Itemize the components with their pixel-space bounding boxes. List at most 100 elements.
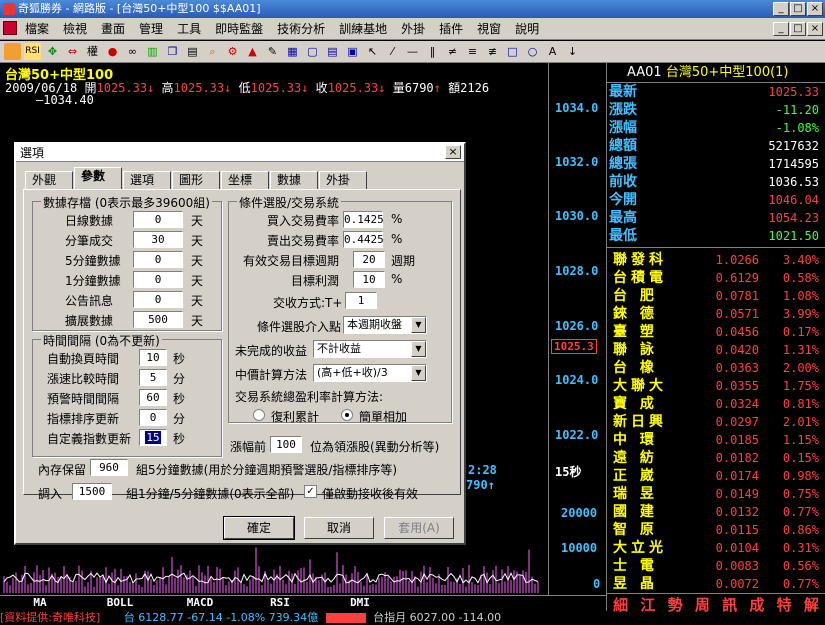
weight-button[interactable]: 權 <box>84 43 101 60</box>
storage-row-input[interactable]: 500 <box>133 311 183 328</box>
menu-training[interactable]: 訓練基地 <box>332 18 394 40</box>
menu-manage[interactable]: 管理 <box>132 18 170 40</box>
load-input[interactable]: 1500 <box>72 483 112 500</box>
storage-row-input[interactable]: 0 <box>133 251 183 268</box>
list-item[interactable]: 智 原 0.0115 0.86% <box>607 521 825 539</box>
tab-coordinates[interactable]: 坐標 <box>221 171 269 189</box>
interval-row-input[interactable]: 5 <box>139 369 167 386</box>
list-item[interactable]: 正 崴 0.0174 0.98% <box>607 467 825 485</box>
document-icon[interactable] <box>3 21 17 35</box>
storage-row-input[interactable]: 0 <box>133 291 183 308</box>
bars-icon[interactable]: ‖ <box>424 43 441 60</box>
interval-row-input[interactable]: 10 <box>139 349 167 366</box>
gear-icon[interactable]: ⚙ <box>224 43 241 60</box>
storage-row-input[interactable]: 0 <box>133 211 183 228</box>
tab-boll[interactable]: BOLL <box>80 596 160 611</box>
channel-icon[interactable]: ≡ <box>464 43 481 60</box>
mdi-close-button[interactable]: × <box>807 22 823 36</box>
menu-plugin[interactable]: 插件 <box>432 18 470 40</box>
startup-checkbox[interactable]: ✓ <box>304 485 317 498</box>
list-item[interactable]: 瑞 昱 0.0149 0.75% <box>607 485 825 503</box>
list-item[interactable]: 台 橡 0.0363 2.00% <box>607 359 825 377</box>
dialog-close-button[interactable]: × <box>445 145 461 159</box>
quote-tab[interactable]: 特 <box>777 594 792 614</box>
quote-tab[interactable]: 勢 <box>668 594 683 614</box>
list-item[interactable]: 聯發科 1.0266 3.40% <box>607 251 825 269</box>
cancel-button[interactable]: 取消 <box>304 517 374 539</box>
menu-help[interactable]: 說明 <box>508 18 546 40</box>
copy-icon[interactable]: ❐ <box>164 43 181 60</box>
glasses-icon[interactable]: ∞ <box>124 43 141 60</box>
list-item[interactable]: 士 電 0.0083 0.56% <box>607 557 825 575</box>
quote-tab[interactable]: 解 <box>804 594 819 614</box>
list-item[interactable]: 國 建 0.0132 0.77% <box>607 503 825 521</box>
menu-monitor[interactable]: 即時監盤 <box>208 18 270 40</box>
entry-select[interactable]: 本週期收盤 ▼ <box>343 316 427 334</box>
list-item[interactable]: 中 環 0.0185 1.15% <box>607 431 825 449</box>
layout-icon[interactable]: ▦ <box>284 43 301 60</box>
tab-parameters[interactable]: 參數 <box>74 167 122 189</box>
line-icon[interactable]: ⁄ <box>384 43 401 60</box>
quote-tab[interactable]: 周 <box>695 594 710 614</box>
arrows-icon[interactable]: ⇔ <box>64 43 81 60</box>
window-icon[interactable]: ▢ <box>304 43 321 60</box>
quote-tab[interactable]: 細 <box>613 594 628 614</box>
list-item[interactable]: 台積電 0.6129 0.58% <box>607 269 825 287</box>
tab-rsi[interactable]: RSI <box>240 596 320 611</box>
interval-row-input[interactable]: 60 <box>139 389 167 406</box>
list-item[interactable]: 昱 晶 0.0072 0.77% <box>607 575 825 593</box>
fan-icon[interactable]: ≠ <box>444 43 461 60</box>
grid-icon[interactable]: ▤ <box>324 43 341 60</box>
dash-icon[interactable]: — <box>404 43 421 60</box>
dialog-title-bar[interactable]: 選項 × <box>16 144 464 162</box>
chevron-down-icon[interactable]: ▼ <box>411 341 426 357</box>
list-item[interactable]: 寶 成 0.0324 0.81% <box>607 395 825 413</box>
down-arrow-icon[interactable]: ↓ <box>564 43 581 60</box>
quote-tab[interactable]: 訊 <box>722 594 737 614</box>
menu-window[interactable]: 視窗 <box>470 18 508 40</box>
sell-fee-input[interactable]: 0.4425 <box>343 231 384 248</box>
list-item[interactable]: 臺 塑 0.0456 0.17% <box>607 323 825 341</box>
tab-ma[interactable]: MA <box>0 596 80 611</box>
tab-plugins[interactable]: 外掛 <box>319 171 367 189</box>
simple-radio[interactable] <box>341 409 353 421</box>
list-item[interactable]: 大立光 0.0104 0.31% <box>607 539 825 557</box>
minimize-button[interactable]: _ <box>773 2 789 16</box>
mdi-minimize-button[interactable]: _ <box>773 22 789 36</box>
circles-icon[interactable]: ● <box>104 43 121 60</box>
quote-tab[interactable]: 江 <box>640 594 655 614</box>
rsi-button[interactable]: RSI <box>24 43 41 60</box>
chevron-down-icon[interactable]: ▼ <box>411 365 426 381</box>
tab-appearance[interactable]: 外觀 <box>25 171 73 189</box>
list-item[interactable]: 新日興 0.0297 2.01% <box>607 413 825 431</box>
tab-graphics[interactable]: 圖形 <box>172 171 220 189</box>
target-input[interactable]: 10 <box>353 271 385 288</box>
window-title-bar[interactable]: 奇狐勝券 - 網路版 - [台灣50+中型100 $$AA01] _ □ × <box>0 0 825 18</box>
interval-row-input[interactable]: 0 <box>139 409 167 426</box>
tab-macd[interactable]: MACD <box>160 596 240 611</box>
list-item[interactable]: 遠 紡 0.0182 0.15% <box>607 449 825 467</box>
mdi-restore-button[interactable]: □ <box>790 22 806 36</box>
tab-dmi[interactable]: DMI <box>320 596 400 611</box>
book-icon[interactable]: ▤ <box>184 43 201 60</box>
menu-technical[interactable]: 技術分析 <box>270 18 332 40</box>
move-icon[interactable]: ✥ <box>44 43 61 60</box>
menu-addon[interactable]: 外掛 <box>394 18 432 40</box>
text-icon[interactable]: A <box>544 43 561 60</box>
buy-fee-input[interactable]: 0.1425 <box>343 211 384 228</box>
list-item[interactable]: 大聯大 0.0355 1.75% <box>607 377 825 395</box>
chevron-down-icon[interactable]: ▼ <box>411 317 426 333</box>
tab-data[interactable]: 數據 <box>270 171 318 189</box>
menu-view[interactable]: 檢視 <box>56 18 94 40</box>
pen-icon[interactable]: ✎ <box>264 43 281 60</box>
storage-row-input[interactable]: 0 <box>133 271 183 288</box>
tab-options[interactable]: 選項 <box>123 171 171 189</box>
ellipse-icon[interactable]: ○ <box>524 43 541 60</box>
fib-icon[interactable]: ≢ <box>484 43 501 60</box>
leader-input[interactable]: 100 <box>270 436 302 453</box>
close-button[interactable]: × <box>807 2 823 16</box>
menu-tools[interactable]: 工具 <box>170 18 208 40</box>
chart-icon[interactable]: ▥ <box>144 43 161 60</box>
menu-screen[interactable]: 畫面 <box>94 18 132 40</box>
compound-radio[interactable] <box>253 409 265 421</box>
